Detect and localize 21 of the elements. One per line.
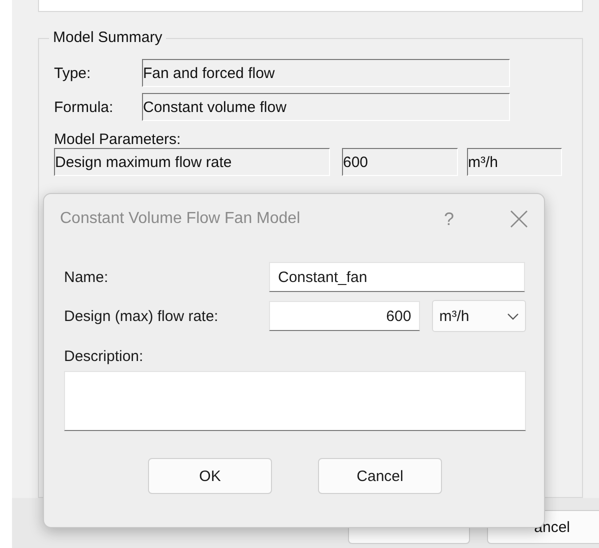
type-label: Type:: [54, 64, 92, 82]
name-label: Name:: [64, 268, 110, 286]
flow-rate-label: Design (max) flow rate:: [64, 308, 220, 324]
close-icon[interactable]: [510, 210, 528, 228]
formula-field: Constant volume flow: [142, 93, 510, 121]
description-field[interactable]: [64, 371, 526, 431]
parameters-label: Model Parameters:: [54, 131, 182, 148]
table-cell: m³/h: [467, 148, 562, 176]
chevron-down-icon: [507, 312, 520, 320]
group-title: Model Summary: [49, 29, 166, 46]
ok-button[interactable]: OK: [148, 458, 272, 494]
description-label: Description:: [64, 348, 144, 365]
cancel-button[interactable]: Cancel: [318, 458, 442, 494]
flow-rate-field[interactable]: 600: [268, 301, 420, 331]
unit-dropdown[interactable]: m³/h: [432, 300, 526, 332]
type-field: Fan and forced flow: [142, 59, 510, 87]
dialog-title: Constant Volume Flow Fan Model: [60, 210, 302, 228]
formula-label: Formula:: [54, 98, 114, 116]
name-field[interactable]: Constant_fan: [269, 262, 525, 292]
table-cell: 600: [342, 148, 458, 176]
table-cell: Design maximum flow rate: [54, 148, 330, 176]
